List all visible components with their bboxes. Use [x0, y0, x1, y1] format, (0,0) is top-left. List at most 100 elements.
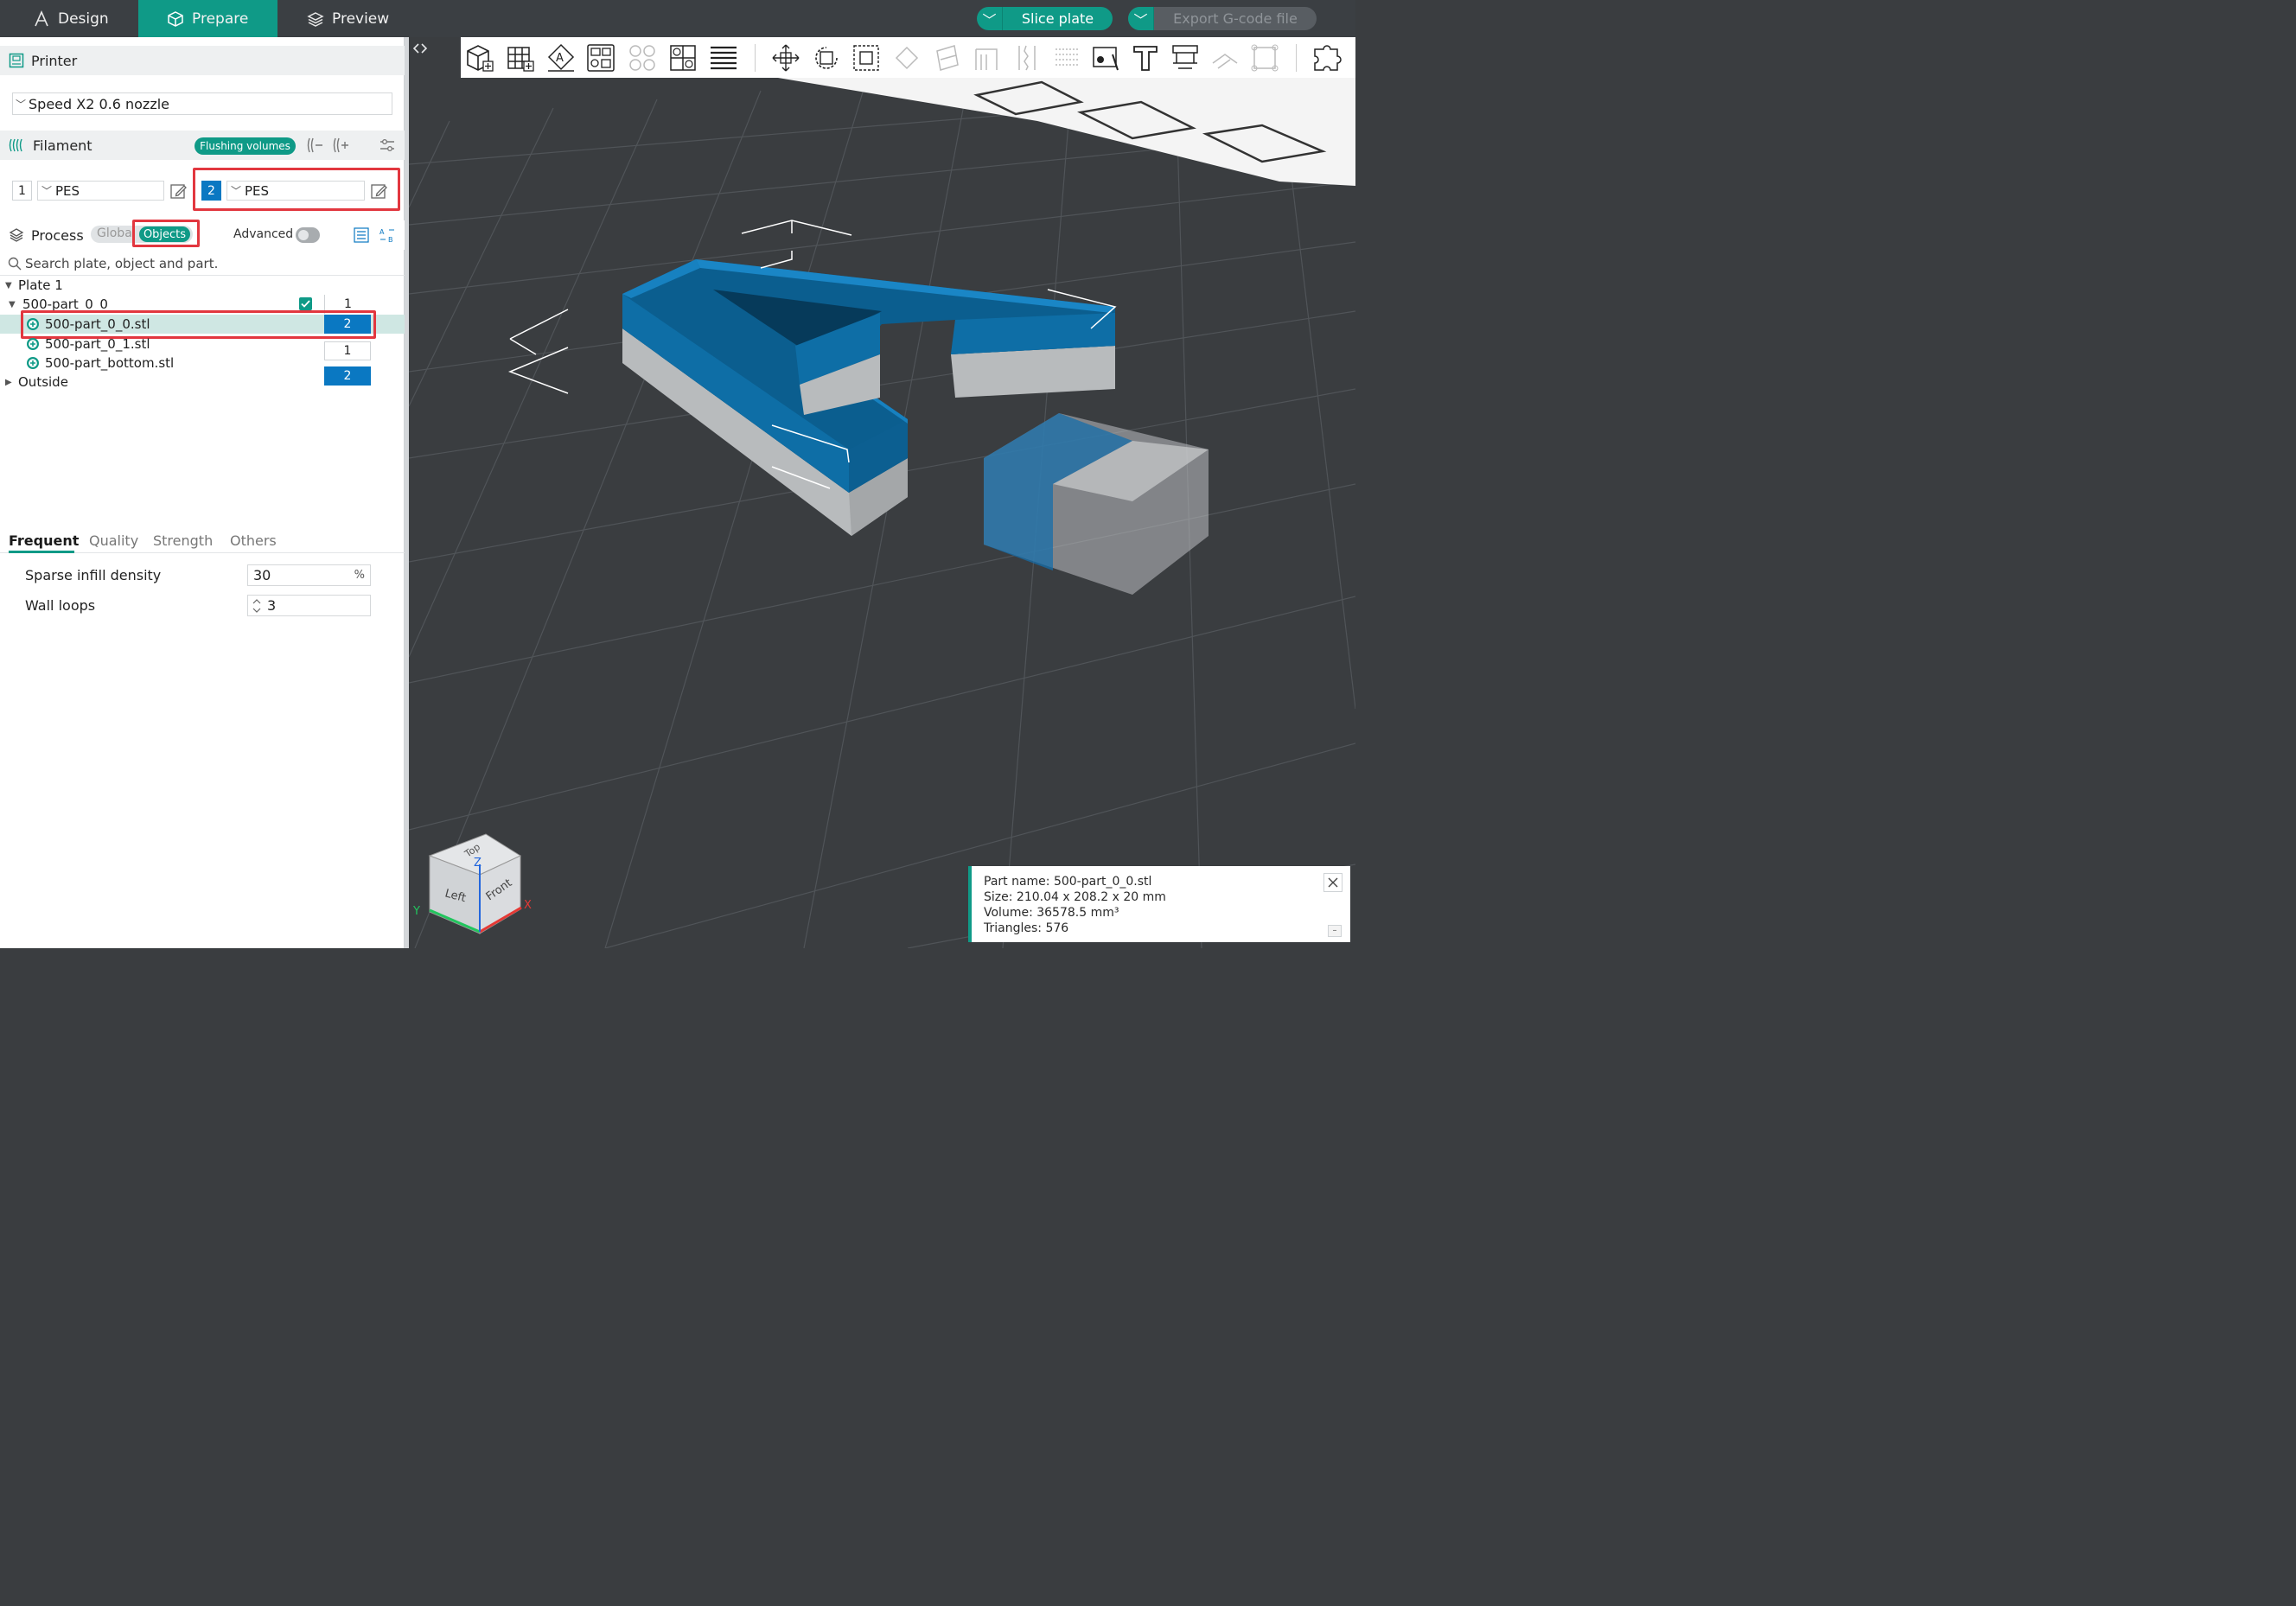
left-panel: Printer ﹀ Speed X2 0.6 nozzle Filament F…: [0, 37, 405, 948]
support-painting-icon[interactable]: [973, 42, 1004, 73]
arrange-icon[interactable]: [585, 42, 616, 73]
add-filament-icon[interactable]: [332, 137, 349, 154]
tab-preview-label: Preview: [332, 10, 390, 28]
filament-icon: [9, 138, 22, 152]
fuzzy-skin-icon[interactable]: [1052, 42, 1083, 73]
layers-icon: [307, 11, 324, 27]
list-view-icon[interactable]: [353, 226, 370, 244]
printer-section-header: Printer: [0, 46, 405, 75]
top-bar: Design Prepare Preview ﹀ Slice plate ﹀ E…: [0, 0, 1355, 37]
part-add-icon: [27, 338, 39, 350]
segment-global[interactable]: Global: [97, 226, 136, 240]
text-tool-icon[interactable]: [1130, 42, 1161, 73]
3d-viewport[interactable]: Top Left Front Z Y X: [409, 37, 1355, 948]
split-objects-icon[interactable]: [627, 42, 658, 73]
close-icon[interactable]: [1323, 873, 1343, 892]
filament-slot-1: 1 ﹀ PES: [12, 180, 187, 201]
assembly-icon[interactable]: [1209, 42, 1240, 73]
lay-on-face-icon[interactable]: [891, 42, 922, 73]
export-gcode-button[interactable]: ﹀ Export G-code file: [1128, 7, 1317, 30]
filament-settings-icon[interactable]: [379, 137, 396, 154]
remove-filament-icon[interactable]: [306, 137, 323, 154]
export-dropdown-chevron-icon[interactable]: ﹀: [1128, 7, 1154, 30]
wall-loops-stepper[interactable]: 3: [247, 595, 371, 616]
active-tab-indicator: [9, 551, 74, 553]
tab-prepare-label: Prepare: [192, 10, 249, 28]
wall-loops-label: Wall loops: [25, 597, 96, 614]
tree-part-row[interactable]: 500-part_0_1.stl 1: [0, 335, 405, 360]
axis-z-label: Z: [474, 857, 482, 870]
sparse-infill-input[interactable]: 30 %: [247, 564, 371, 586]
puzzle-icon[interactable]: [1311, 42, 1343, 73]
tab-design[interactable]: Design: [0, 0, 138, 37]
rotate-icon[interactable]: [811, 42, 842, 73]
info-size: Size: 210.04 x 208.2 x 20 mm: [984, 890, 1166, 904]
checkbox-checked-icon[interactable]: [299, 297, 312, 310]
filament-select-1[interactable]: ﹀ PES: [37, 181, 164, 201]
collapse-triangle-icon[interactable]: ▼: [9, 300, 17, 309]
brim-ears-icon[interactable]: [1249, 42, 1280, 73]
tab-strength[interactable]: Strength: [153, 532, 213, 549]
search-input[interactable]: [25, 255, 371, 271]
part-name: 500-part_0_1.stl: [45, 336, 150, 352]
scale-icon[interactable]: [851, 42, 882, 73]
printer-title: Printer: [31, 52, 78, 69]
tree-plate-row[interactable]: ▼ Plate 1: [0, 276, 405, 295]
tab-others[interactable]: Others: [230, 532, 277, 549]
advanced-toggle[interactable]: [296, 227, 320, 243]
highlight-filament-2: [193, 168, 400, 211]
collapse-triangle-icon[interactable]: ▼: [5, 281, 14, 290]
tree-outside-row[interactable]: ▶ Outside: [0, 373, 405, 392]
expand-triangle-icon[interactable]: ▶: [5, 378, 14, 387]
part-info-panel: Part name: 500-part_0_0.stl Size: 210.04…: [968, 866, 1350, 942]
info-triangles: Triangles: 576: [984, 921, 1069, 935]
filament-slot-number[interactable]: 1: [12, 181, 32, 201]
tab-quality[interactable]: Quality: [89, 532, 138, 549]
settings-tabs: Frequent Quality Strength Others: [0, 531, 405, 553]
tree-part-row[interactable]: 500-part_bottom.stl 2: [0, 354, 405, 386]
export-gcode-label: Export G-code file: [1173, 10, 1298, 27]
search-icon: [8, 257, 22, 270]
wall-loops-value: 3: [267, 597, 277, 614]
svg-text:A: A: [556, 52, 564, 65]
slice-plate-button[interactable]: ﹀ Slice plate: [977, 7, 1113, 30]
chevron-down-icon: ﹀: [15, 98, 26, 111]
flushing-volumes-button[interactable]: Flushing volumes: [195, 137, 296, 155]
cube-icon: [168, 10, 183, 27]
viewport-toolbar: A: [461, 37, 1355, 78]
tab-prepare[interactable]: Prepare: [138, 0, 277, 37]
slice-dropdown-chevron-icon[interactable]: ﹀: [977, 7, 1003, 30]
svg-text:A: A: [379, 228, 385, 236]
add-object-icon[interactable]: [464, 42, 495, 73]
add-plate-icon[interactable]: [505, 42, 536, 73]
color-painting-icon[interactable]: [1090, 42, 1121, 73]
object-search-bar: [0, 252, 405, 276]
minimize-icon[interactable]: –: [1328, 925, 1342, 937]
advanced-label: Advanced: [233, 227, 294, 241]
process-layers-icon: [9, 228, 24, 242]
sparse-infill-label: Sparse infill density: [25, 567, 162, 583]
highlight-objects-tab: [132, 220, 200, 247]
stepper-arrows-icon[interactable]: [251, 596, 263, 615]
tab-preview[interactable]: Preview: [277, 0, 407, 37]
tab-frequent[interactable]: Frequent: [9, 532, 79, 549]
printer-selected-value: Speed X2 0.6 nozzle: [29, 95, 170, 112]
chevron-down-icon: ﹀: [41, 185, 52, 197]
orient-icon[interactable]: A: [545, 42, 577, 73]
toolbar-divider: [1296, 44, 1297, 72]
viewport-scene: Top Left Front Z Y X: [409, 37, 1355, 948]
move-icon[interactable]: [770, 42, 801, 73]
part-name: 500-part_bottom.stl: [45, 355, 175, 371]
compare-icon[interactable]: AB: [379, 226, 396, 244]
measure-icon[interactable]: [1170, 42, 1201, 73]
cut-icon[interactable]: [932, 42, 963, 73]
sparse-infill-value: 30: [253, 567, 271, 583]
part-add-icon: [27, 357, 39, 369]
seam-painting-icon[interactable]: [1012, 42, 1043, 73]
split-parts-icon[interactable]: [667, 42, 698, 73]
sparse-infill-unit: %: [354, 569, 365, 582]
edit-icon[interactable]: [169, 182, 187, 200]
collapse-sidebar-icon[interactable]: [411, 40, 429, 57]
printer-select[interactable]: ﹀ Speed X2 0.6 nozzle: [12, 92, 392, 115]
layers-editing-icon[interactable]: [708, 42, 739, 73]
